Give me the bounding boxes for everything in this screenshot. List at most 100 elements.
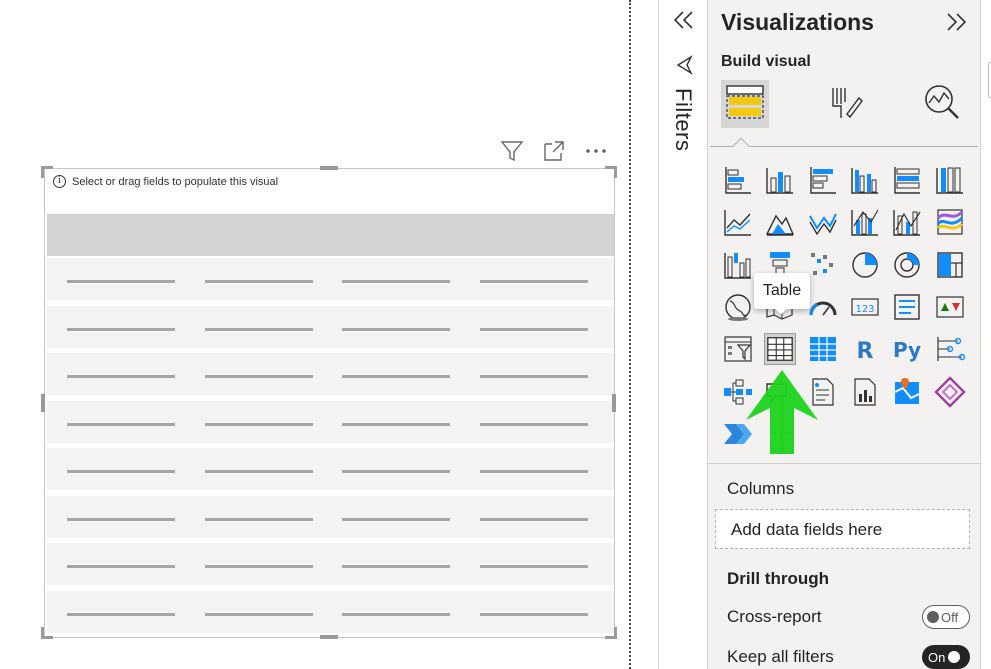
stacked-bar-chart-icon[interactable]: [722, 164, 754, 196]
double-chevron-right-icon[interactable]: [944, 10, 968, 34]
kpi-icon[interactable]: [934, 291, 966, 323]
drill-through-heading: Drill through: [727, 569, 829, 588]
pane-title: Visualizations: [721, 9, 874, 35]
double-chevron-left-icon[interactable]: [672, 8, 696, 32]
gauge-icon[interactable]: [807, 291, 839, 323]
svg-text:123: 123: [855, 304, 874, 315]
table-cell-placeholder: [67, 375, 175, 378]
matrix-icon[interactable]: [807, 333, 839, 365]
funnel-icon: [675, 54, 695, 76]
donut-chart-icon[interactable]: [891, 249, 923, 281]
table-row: [47, 448, 614, 492]
table-icon[interactable]: [764, 333, 797, 366]
azure-map-icon[interactable]: [891, 376, 923, 408]
tab-divider: [710, 146, 978, 147]
table-cell-placeholder: [204, 612, 313, 616]
area-chart-icon[interactable]: [764, 206, 796, 238]
table-cell-placeholder: [479, 612, 588, 616]
keep-all-filters-label: Keep all filters: [727, 647, 834, 666]
empty-visual-hint: i Select or drag fields to populate this…: [53, 175, 278, 188]
multi-row-card-icon[interactable]: [891, 291, 923, 323]
cross-report-toggle[interactable]: Off: [922, 605, 970, 629]
more-options-icon[interactable]: [583, 138, 609, 164]
table-row: [47, 543, 614, 587]
build-visual-label: Build visual: [721, 53, 811, 70]
fields-pane-collapsed[interactable]: [980, 0, 991, 669]
pie-chart-icon[interactable]: [849, 249, 881, 281]
columns-drop-zone[interactable]: Add data fields here: [715, 509, 970, 549]
table-cell-placeholder: [342, 565, 450, 568]
funnel-chart-icon[interactable]: [722, 249, 754, 281]
focus-mode-icon[interactable]: [541, 138, 567, 164]
tab-format-visual[interactable]: [821, 80, 869, 128]
table-cell-placeholder: [342, 422, 450, 426]
line-chart-icon[interactable]: [722, 206, 754, 238]
100-stacked-bar-chart-icon[interactable]: [891, 164, 923, 196]
card-icon[interactable]: 123: [849, 291, 881, 323]
visualizations-pane: Visualizations Build visual 123 R Py Tab…: [708, 0, 980, 669]
table-header-placeholder: [47, 214, 614, 256]
slicer-icon[interactable]: [722, 333, 754, 365]
green-arrow-annotation: [744, 368, 820, 456]
clustered-bar-chart-icon[interactable]: [807, 164, 839, 196]
filters-label[interactable]: Filters: [670, 88, 696, 151]
map-icon[interactable]: [722, 291, 754, 323]
filters-pane-collapsed[interactable]: Filters: [658, 0, 708, 669]
table-cell-placeholder: [67, 327, 175, 331]
line-and-clustered-column-icon[interactable]: [849, 206, 881, 238]
format-visual-icon: [827, 84, 863, 125]
r-script-visual-icon[interactable]: R: [849, 333, 881, 365]
table-cell-placeholder: [479, 565, 588, 568]
table-cell-placeholder: [67, 280, 175, 283]
tab-analytics[interactable]: [918, 80, 966, 128]
100-stacked-column-chart-icon[interactable]: [934, 164, 966, 196]
key-influencers-icon[interactable]: [934, 333, 966, 365]
table-row: [47, 400, 614, 445]
resize-handle[interactable]: [614, 166, 617, 178]
tab-build-visual[interactable]: [721, 80, 769, 128]
table-cell-placeholder: [342, 470, 450, 473]
table-cell-placeholder: [67, 612, 175, 616]
resize-handle[interactable]: [41, 166, 44, 178]
table-cell-placeholder: [479, 280, 588, 283]
table-row: [47, 495, 614, 540]
table-row: [47, 305, 614, 350]
svg-text:R: R: [856, 339, 873, 364]
table-visual[interactable]: i Select or drag fields to populate this…: [44, 168, 615, 638]
table-cell-placeholder: [204, 517, 313, 521]
toggle-state: On: [928, 649, 946, 665]
resize-handle[interactable]: [320, 635, 338, 639]
table-cell-placeholder: [342, 612, 450, 616]
keep-all-filters-toggle[interactable]: On: [922, 645, 970, 669]
waterfall-chart-icon[interactable]: [934, 206, 966, 238]
line-and-stacked-column-icon[interactable]: [807, 206, 839, 238]
table-cell-placeholder: [342, 375, 450, 378]
table-cell-placeholder: [67, 565, 175, 568]
ribbon-chart-icon[interactable]: [891, 206, 923, 238]
treemap-icon[interactable]: [934, 249, 966, 281]
resize-handle[interactable]: [41, 636, 53, 639]
table-cell-placeholder: [67, 470, 175, 473]
info-icon: i: [53, 175, 66, 188]
toggle-knob: [927, 611, 939, 623]
table-cell-placeholder: [342, 327, 450, 331]
python-visual-icon[interactable]: Py: [891, 333, 923, 365]
power-apps-icon[interactable]: [933, 375, 966, 408]
resize-handle[interactable]: [41, 394, 45, 412]
stacked-column-chart-icon[interactable]: [764, 164, 796, 196]
resize-handle[interactable]: [320, 166, 338, 170]
table-cell-placeholder: [204, 375, 313, 378]
analytics-icon: [923, 83, 961, 126]
toggle-knob: [948, 651, 961, 663]
resize-handle[interactable]: [612, 394, 616, 412]
filter-icon[interactable]: [499, 138, 525, 164]
table-cell-placeholder: [204, 565, 313, 568]
table-cell-placeholder: [67, 517, 175, 521]
clustered-column-chart-icon[interactable]: [849, 164, 881, 196]
columns-well-label: Columns: [727, 479, 795, 498]
paginated-report-icon[interactable]: [849, 376, 881, 408]
svg-text:Py: Py: [893, 338, 921, 362]
resize-handle[interactable]: [605, 636, 617, 639]
table-row: [47, 258, 614, 302]
matrix-heatmap-icon[interactable]: [807, 249, 839, 281]
